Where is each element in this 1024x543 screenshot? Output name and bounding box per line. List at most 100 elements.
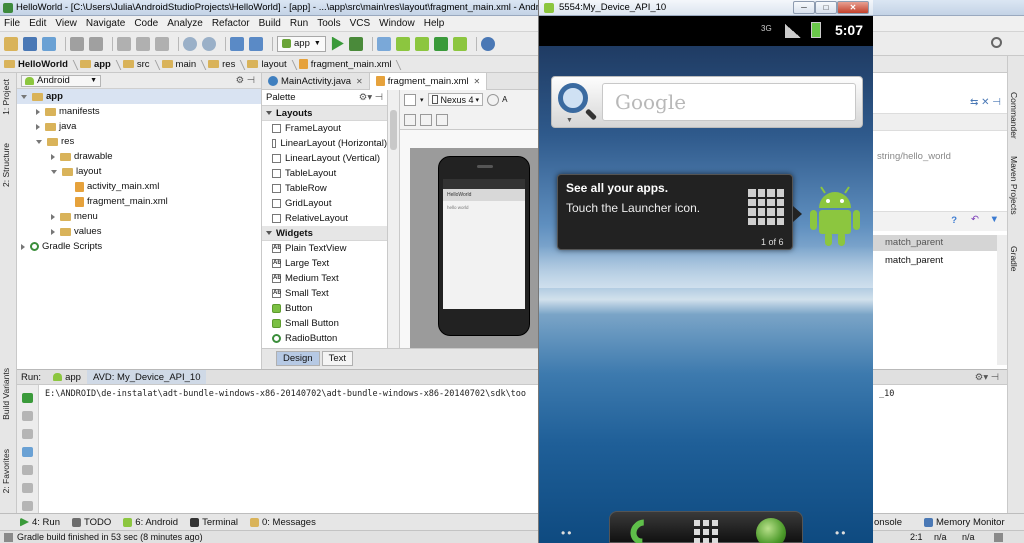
tree-item[interactable]: java bbox=[17, 119, 261, 134]
bottom-tab-todo[interactable]: TODO bbox=[72, 517, 111, 528]
page-indicator-right[interactable]: •• bbox=[835, 526, 847, 540]
paste-icon[interactable] bbox=[155, 36, 169, 51]
maximize-button[interactable]: □ bbox=[815, 1, 837, 14]
palette-section-header[interactable]: Widgets bbox=[262, 226, 387, 241]
help-icon[interactable] bbox=[480, 36, 495, 51]
property-layout-height[interactable]: match_parent bbox=[885, 255, 943, 266]
palette-item[interactable]: LinearLayout (Vertical) bbox=[262, 151, 387, 166]
close-icon[interactable]: ✕ bbox=[474, 77, 481, 86]
breadcrumb-res[interactable]: res bbox=[208, 59, 243, 70]
run-icon[interactable] bbox=[331, 36, 344, 51]
commander-tool-tab[interactable]: Commander bbox=[1009, 92, 1019, 139]
palette-scrollbar[interactable] bbox=[388, 90, 400, 348]
search-icon[interactable] bbox=[558, 83, 588, 113]
breadcrumb-file[interactable]: fragment_main.xml bbox=[298, 59, 400, 70]
rerun-icon[interactable] bbox=[22, 393, 33, 403]
page-indicator-left[interactable]: •• bbox=[561, 526, 573, 540]
scroll-to-end-icon[interactable] bbox=[22, 465, 33, 475]
tree-item[interactable]: layout bbox=[17, 164, 261, 179]
palette-item[interactable]: GridLayout bbox=[262, 196, 387, 211]
palette-item[interactable]: Ab Medium Text bbox=[262, 271, 387, 286]
palette-item[interactable]: TableLayout bbox=[262, 166, 387, 181]
soft-wrap-icon[interactable] bbox=[22, 447, 33, 457]
editor-tab-mainactivity[interactable]: MainActivity.java ✕ bbox=[262, 72, 370, 90]
bottom-tab-event-log[interactable]: onsole bbox=[874, 517, 902, 528]
palette-section-header[interactable]: Layouts bbox=[262, 106, 387, 121]
android-device-monitor-icon[interactable] bbox=[452, 36, 467, 51]
palette-item[interactable]: Ab Large Text bbox=[262, 256, 387, 271]
bottom-tab-memory-monitor[interactable]: Memory Monitor bbox=[924, 517, 1005, 528]
palette-item[interactable]: RelativeLayout bbox=[262, 211, 387, 226]
redo-icon[interactable] bbox=[89, 36, 103, 51]
properties-toolbar-icons[interactable]: ⇆ ✕ ⊣ bbox=[970, 97, 1001, 108]
tree-item[interactable]: res bbox=[17, 134, 261, 149]
undo-icon[interactable]: ↶ bbox=[971, 214, 979, 225]
design-canvas[interactable]: HelloWorld hello world bbox=[400, 130, 544, 348]
menu-navigate[interactable]: Navigate bbox=[86, 18, 125, 29]
bottom-tab-run[interactable]: 4: Run bbox=[20, 517, 60, 528]
encoding[interactable]: n/a bbox=[962, 532, 975, 542]
device-preview-screen[interactable]: HelloWorld hello world bbox=[443, 179, 525, 309]
menu-view[interactable]: View bbox=[55, 18, 77, 29]
project-structure-icon[interactable] bbox=[376, 36, 391, 51]
property-layout-width[interactable]: match_parent bbox=[873, 235, 997, 251]
clear-all-icon[interactable] bbox=[22, 501, 33, 511]
app-drawer-icon[interactable] bbox=[694, 520, 718, 543]
menu-analyze[interactable]: Analyze bbox=[167, 18, 203, 29]
settings-gear-icon[interactable]: ⚙▾ ⊣ bbox=[975, 372, 999, 383]
breadcrumb-layout[interactable]: layout bbox=[247, 59, 294, 70]
palette-item[interactable]: FrameLayout bbox=[262, 121, 387, 136]
tree-item[interactable]: values bbox=[17, 224, 261, 239]
breadcrumb-src[interactable]: src bbox=[122, 59, 158, 70]
menu-file[interactable]: File bbox=[4, 18, 20, 29]
search-everywhere-icon[interactable] bbox=[991, 37, 1002, 48]
menu-run[interactable]: Run bbox=[290, 18, 308, 29]
help-icon[interactable]: ? bbox=[951, 215, 957, 226]
menu-build[interactable]: Build bbox=[259, 18, 281, 29]
phone-icon[interactable] bbox=[625, 514, 661, 543]
google-search-widget[interactable]: ▼ Google bbox=[551, 76, 863, 128]
device-selector[interactable]: Nexus 4 ▾ bbox=[427, 93, 484, 106]
google-search-field[interactable]: Google bbox=[602, 83, 856, 121]
palette-item[interactable]: LinearLayout (Horizontal) bbox=[262, 136, 387, 151]
breadcrumb-main[interactable]: main bbox=[161, 59, 205, 70]
minimize-button[interactable]: ─ bbox=[793, 1, 815, 14]
menu-vcs[interactable]: VCS bbox=[350, 18, 371, 29]
breadcrumb-project[interactable]: HelloWorld bbox=[4, 59, 76, 70]
print-icon[interactable] bbox=[22, 483, 33, 493]
sync-gradle-icon[interactable] bbox=[395, 36, 410, 51]
api-level-icon[interactable]: A bbox=[502, 95, 507, 104]
cut-icon[interactable] bbox=[117, 36, 131, 51]
preview-textview[interactable]: hello world bbox=[447, 205, 469, 210]
project-view-selector[interactable]: Android ▼ bbox=[21, 74, 101, 87]
back-icon[interactable] bbox=[230, 36, 244, 51]
project-tool-tab[interactable]: 1: Project bbox=[1, 79, 11, 115]
copy-icon[interactable] bbox=[136, 36, 150, 51]
palette-item[interactable]: Ab Plain TextView bbox=[262, 241, 387, 256]
menu-refactor[interactable]: Refactor bbox=[212, 18, 250, 29]
editor-tab-fragment-main[interactable]: fragment_main.xml ✕ bbox=[369, 72, 488, 90]
tree-item[interactable]: fragment_main.xml bbox=[17, 194, 261, 209]
bottom-tab-android[interactable]: 6: Android bbox=[123, 517, 178, 528]
chevron-right-icon[interactable] bbox=[36, 123, 40, 130]
home-screen[interactable]: ▼ Google See all your apps. Touch the La… bbox=[539, 46, 873, 543]
filter-icon[interactable]: ▼ bbox=[990, 214, 999, 225]
chevron-down-icon[interactable] bbox=[51, 169, 57, 174]
scrollbar-thumb[interactable] bbox=[390, 110, 397, 150]
forward-icon[interactable] bbox=[249, 36, 263, 51]
chevron-down-icon[interactable] bbox=[36, 139, 42, 144]
bottom-tab-terminal[interactable]: Terminal bbox=[190, 517, 238, 528]
properties-scrollbar[interactable] bbox=[997, 235, 1007, 365]
expand-vertical-icon[interactable] bbox=[436, 114, 448, 126]
save-icon[interactable] bbox=[23, 36, 37, 51]
menu-help[interactable]: Help bbox=[424, 18, 445, 29]
chevron-right-icon[interactable] bbox=[21, 243, 25, 250]
build-variants-tool-tab[interactable]: Build Variants bbox=[1, 368, 11, 420]
menu-window[interactable]: Window bbox=[379, 18, 415, 29]
chevron-right-icon[interactable] bbox=[51, 228, 55, 235]
tree-item[interactable]: menu bbox=[17, 209, 261, 224]
run-tab-avd[interactable]: AVD: My_Device_API_10 bbox=[86, 370, 207, 384]
layout-toggle-icon[interactable] bbox=[404, 93, 416, 106]
maven-projects-tool-tab[interactable]: Maven Projects bbox=[1009, 156, 1019, 215]
orientation-icon[interactable] bbox=[487, 93, 500, 106]
